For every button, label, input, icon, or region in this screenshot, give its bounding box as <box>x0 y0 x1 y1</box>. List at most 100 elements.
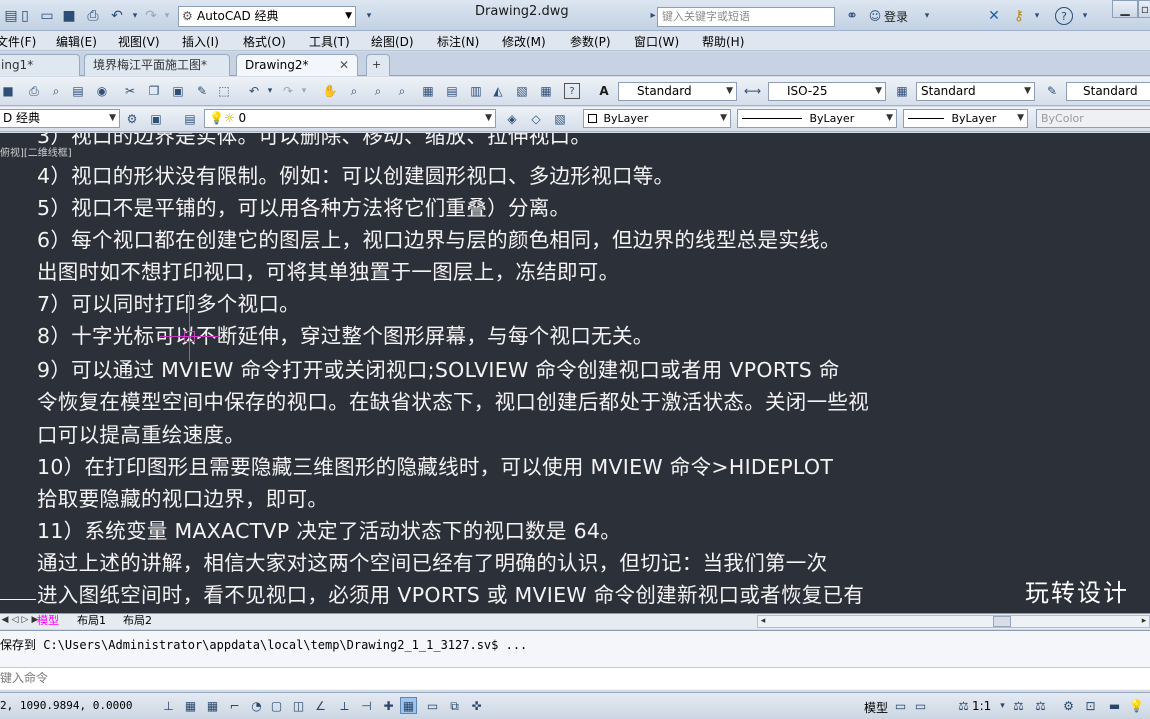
open-file-icon[interactable]: ▭ <box>38 7 56 25</box>
menu-insert[interactable]: 插入(I) <box>182 33 219 50</box>
infer-constraints-icon[interactable]: ⊥ <box>160 697 177 714</box>
workspace-settings-icon[interactable]: ⚙ <box>124 111 140 127</box>
lock-icon[interactable]: ⊡ <box>1082 697 1099 714</box>
auto-scale-icon[interactable]: ⚖ <box>1032 697 1049 714</box>
hardware-acceleration-icon[interactable]: ▬ <box>1106 697 1123 714</box>
menu-parametric[interactable]: 参数(P) <box>570 33 611 50</box>
zoom-realtime-icon[interactable]: ⌕ <box>346 83 362 99</box>
exchange-icon[interactable]: ✕ <box>985 7 1003 25</box>
tab-model[interactable]: 模型 <box>34 614 62 629</box>
customize-qat-icon[interactable]: ▾ <box>360 7 378 25</box>
quick-view-drawings-icon[interactable]: ▭ <box>912 697 929 714</box>
properties-icon[interactable]: ▦ <box>420 83 436 99</box>
sheet-set-icon[interactable]: ◭ <box>490 83 506 99</box>
transparency-icon[interactable]: ▦ <box>400 697 417 714</box>
menu-draw[interactable]: 绘图(D) <box>371 33 414 50</box>
menu-view[interactable]: 视图(V) <box>118 33 160 50</box>
workspace-select-2[interactable]: D 经典 ▼ <box>0 109 120 128</box>
lineweight-select[interactable]: ByLayer ▼ <box>903 109 1028 128</box>
tab-layout2[interactable]: 布局2 <box>120 614 155 629</box>
undo-dropdown-icon[interactable]: ▾ <box>262 83 278 99</box>
help-icon[interactable]: ? <box>1055 7 1073 25</box>
markup-icon[interactable]: ▧ <box>514 83 530 99</box>
new-file-icon[interactable]: ▯ <box>16 7 34 25</box>
copy-icon[interactable]: ❐ <box>146 83 162 99</box>
scroll-right-icon[interactable]: ▸ <box>1139 616 1149 626</box>
help-dropdown-icon[interactable]: ▾ <box>1076 7 1094 25</box>
cut-icon[interactable]: ✂ <box>122 83 138 99</box>
lineweight-icon[interactable]: ✚ <box>380 697 397 714</box>
block-editor-icon[interactable]: ⬚ <box>216 83 232 99</box>
file-tab-drawing1[interactable]: ing1* <box>0 54 80 76</box>
osnap-icon[interactable]: ▢ <box>268 697 285 714</box>
prev-tab-icon[interactable]: ◁ <box>10 615 20 625</box>
undo-icon[interactable]: ↶ <box>108 7 126 25</box>
save-icon[interactable]: ■ <box>0 83 16 99</box>
workspace-select[interactable]: ⚙ AutoCAD 经典 ▼ <box>178 6 356 27</box>
scroll-left-icon[interactable]: ◂ <box>758 616 768 626</box>
new-tab-button[interactable]: + <box>366 54 390 76</box>
menu-file[interactable]: 文件(F) <box>0 33 36 50</box>
model-space-toggle[interactable]: 模型 <box>864 699 888 716</box>
table-style-select[interactable]: Standard ▼ <box>916 82 1035 101</box>
layer-previous-icon[interactable]: ◇ <box>528 111 544 127</box>
otrack-icon[interactable]: ∠ <box>312 697 329 714</box>
menu-window[interactable]: 窗口(W) <box>634 33 679 50</box>
login-link[interactable]: 登录 <box>884 8 908 25</box>
drawing-canvas[interactable]: 3）视口的边界是实体。可以删除、移动、缩放、拉伸视口。 俯视][二维线框] 4）… <box>0 133 1150 613</box>
subscription-icon[interactable]: ⚷ <box>1010 7 1028 25</box>
scroll-thumb[interactable] <box>993 616 1011 627</box>
menu-modify[interactable]: 修改(M) <box>502 33 546 50</box>
plot-icon[interactable]: ⎙ <box>26 83 42 99</box>
annotation-scale-icon[interactable]: ⚖ <box>955 697 972 714</box>
design-center-icon[interactable]: ▤ <box>444 83 460 99</box>
ducs-icon[interactable]: ⟂ <box>336 697 353 714</box>
dim-style-select[interactable]: ISO-25 ▼ <box>768 82 886 101</box>
login-dropdown-icon[interactable]: ▾ <box>918 7 936 25</box>
minimize-button[interactable]: ▁ <box>1112 0 1138 18</box>
pan-icon[interactable]: ✋ <box>322 83 338 99</box>
render-icon[interactable]: ◉ <box>94 83 110 99</box>
make-current-layer-icon[interactable]: ◈ <box>504 111 520 127</box>
quickcalc-icon[interactable]: ▦ <box>538 83 554 99</box>
file-tab-drawing2[interactable]: Drawing2* ✕ <box>236 54 358 76</box>
maximize-button[interactable]: ▫ <box>1138 0 1150 18</box>
quick-properties-icon[interactable]: ▭ <box>424 697 441 714</box>
match-properties-icon[interactable]: ✎ <box>194 83 210 99</box>
tool-palettes-icon[interactable]: ▥ <box>468 83 484 99</box>
snap-icon[interactable]: ▦ <box>182 697 199 714</box>
redo-dropdown-icon[interactable]: ▾ <box>158 7 176 25</box>
isolate-objects-icon[interactable]: 💡 <box>1128 697 1145 714</box>
publish-icon[interactable]: ▤ <box>70 83 86 99</box>
menu-help[interactable]: 帮助(H) <box>702 33 744 50</box>
plotstyle-select[interactable]: ByColor <box>1036 109 1150 128</box>
redo-icon[interactable]: ↷ <box>280 83 296 99</box>
annotation-scale-value[interactable]: 1:1 <box>972 699 991 713</box>
linetype-select[interactable]: ByLayer ▼ <box>737 109 897 128</box>
polar-icon[interactable]: ◔ <box>248 697 265 714</box>
search-input[interactable]: 键入关键字或短语 <box>657 7 835 27</box>
undo-icon[interactable]: ↶ <box>246 83 262 99</box>
annotation-monitor-icon[interactable]: ✜ <box>468 697 485 714</box>
tab-layout1[interactable]: 布局1 <box>74 614 109 629</box>
layer-select[interactable]: 💡☼ 0 ▼ <box>204 109 496 128</box>
ortho-icon[interactable]: ⌐ <box>226 697 243 714</box>
zoom-previous-icon[interactable]: ⌕ <box>394 83 410 99</box>
color-select[interactable]: ByLayer ▼ <box>583 109 731 128</box>
menu-tools[interactable]: 工具(T) <box>309 33 350 50</box>
plot-preview-icon[interactable]: ⌕ <box>48 83 64 99</box>
zoom-window-icon[interactable]: ⌕ <box>370 83 386 99</box>
quick-view-layouts-icon[interactable]: ▭ <box>892 697 909 714</box>
viewport-label[interactable]: 俯视][二维线框] <box>0 144 72 159</box>
redo-dropdown-icon[interactable]: ▾ <box>296 83 312 99</box>
user-icon[interactable]: ☺ <box>866 7 884 25</box>
first-tab-icon[interactable]: ◀ <box>0 615 10 625</box>
save-icon[interactable]: ■ <box>60 7 78 25</box>
scale-dropdown-icon[interactable]: ▾ <box>994 697 1011 714</box>
coordinate-readout[interactable]: 2, 1090.9894, 0.0000 <box>0 699 132 712</box>
selection-cycling-icon[interactable]: ⧉ <box>446 697 463 714</box>
horizontal-scrollbar[interactable]: ◂ ▸ <box>757 615 1150 628</box>
layer-state-icon[interactable]: ▧ <box>552 111 568 127</box>
workspace-switch-icon[interactable]: ⚙ <box>1060 697 1077 714</box>
multileader-style-select[interactable]: Standard <box>1066 82 1150 101</box>
